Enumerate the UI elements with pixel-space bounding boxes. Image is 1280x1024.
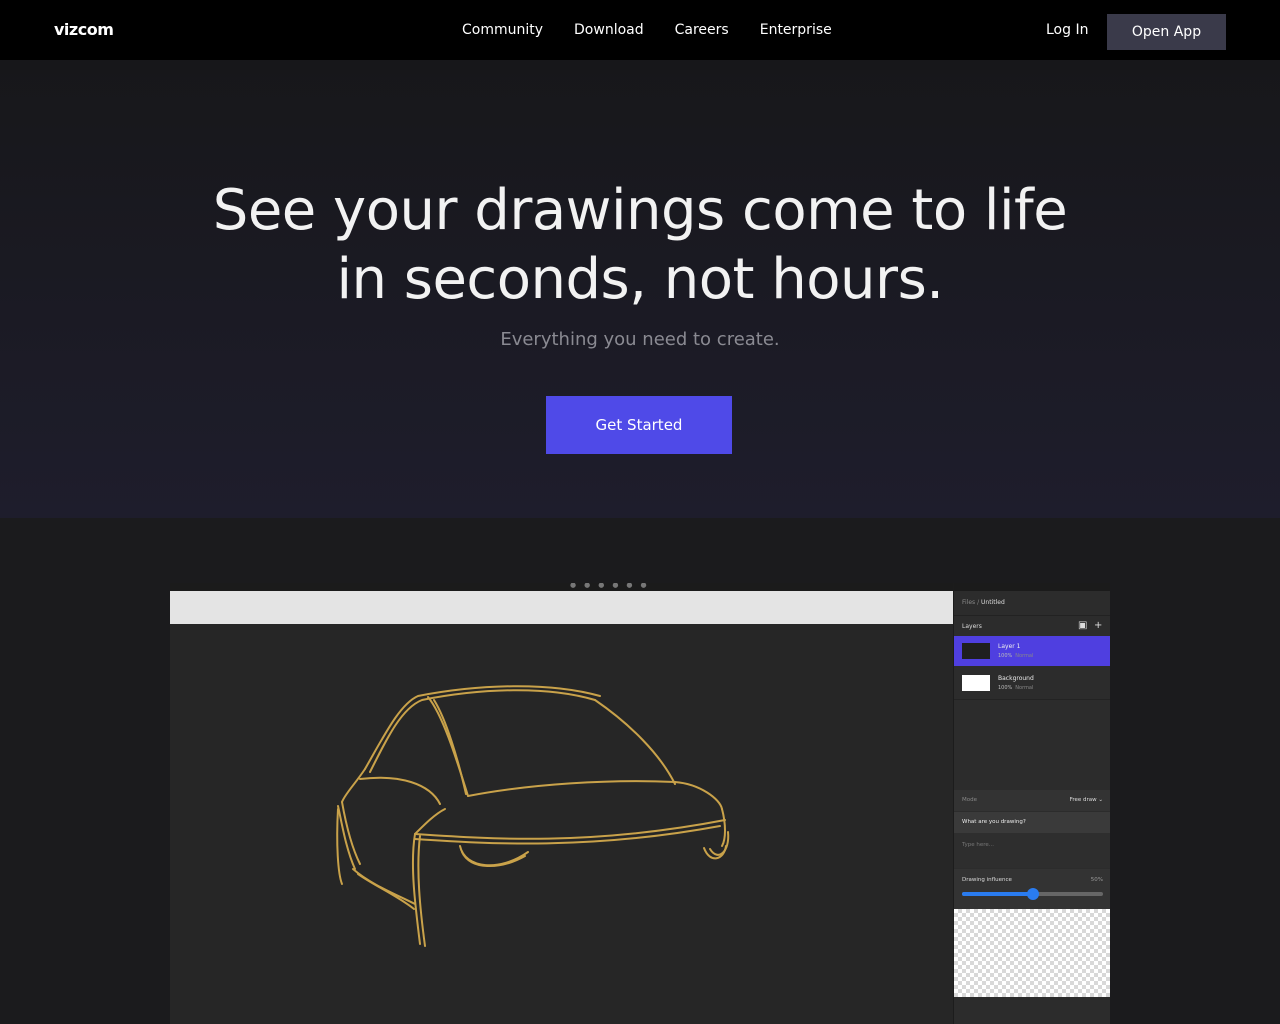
sidebar-top-strip	[954, 583, 1110, 591]
nav-link-download[interactable]: Download	[574, 20, 644, 40]
open-app-button[interactable]: Open App	[1107, 14, 1226, 50]
layer-meta: 100% Normal	[998, 685, 1033, 691]
layer-name: Layer 1	[998, 643, 1021, 650]
drawing-canvas[interactable]	[170, 624, 953, 1024]
prompt-placeholder: Type here...	[962, 842, 995, 848]
layer-opacity: 100%	[998, 685, 1013, 691]
login-link[interactable]: Log In	[1046, 20, 1088, 40]
layer-opacity: 100%	[998, 653, 1013, 659]
output-preview	[954, 909, 1110, 997]
influence-slider[interactable]	[962, 888, 1103, 900]
preview-header-bar	[170, 591, 953, 624]
layer-item-1[interactable]: Layer 1 100% Normal	[954, 636, 1110, 666]
prompt-label-row: What are you drawing?	[954, 812, 1110, 833]
mode-label: Mode	[962, 797, 977, 803]
app-preview: ●●●●●● Files / Untitled Layers ▣ + Layer…	[170, 583, 1110, 1024]
nav-links: Community Download Careers Enterprise	[462, 20, 863, 40]
layers-header: Layers ▣ +	[954, 615, 1110, 636]
hero-subtitle: Everything you need to create.	[500, 329, 780, 350]
slider-knob[interactable]	[1026, 888, 1039, 900]
layer-blend: Normal	[1015, 685, 1034, 691]
prompt-label: What are you drawing?	[962, 819, 1026, 825]
breadcrumb: Files / Untitled	[962, 599, 1005, 606]
add-image-icon[interactable]: ▣	[1078, 620, 1087, 632]
breadcrumb-file: Untitled	[981, 599, 1005, 606]
layers-label: Layers	[962, 623, 982, 630]
nav-link-careers[interactable]: Careers	[675, 20, 729, 40]
layer-meta: 100% Normal	[998, 653, 1033, 659]
layer-name: Background	[998, 675, 1034, 682]
breadcrumb-root[interactable]: Files /	[962, 599, 979, 606]
nav-link-enterprise[interactable]: Enterprise	[760, 20, 832, 40]
slider-fill	[962, 892, 1033, 896]
top-nav: vizcom Community Download Careers Enterp…	[0, 0, 1280, 60]
hero-title: See your drawings come to life in second…	[0, 176, 1280, 314]
sidebar-bottom	[954, 997, 1110, 1024]
layer-item-background[interactable]: Background 100% Normal	[954, 668, 1110, 698]
influence-value: 50%	[1090, 877, 1103, 883]
mode-select[interactable]: Free draw ⌄	[1070, 797, 1103, 803]
car-sketch	[336, 685, 730, 947]
preview-toolbar: ●●●●●●	[170, 583, 953, 591]
nav-link-community[interactable]: Community	[462, 20, 543, 40]
layer-thumbnail	[962, 643, 990, 659]
add-layer-icon[interactable]: +	[1094, 620, 1102, 632]
influence-label: Drawing influence	[962, 877, 1012, 883]
chevron-down-icon: ⌄	[1098, 797, 1103, 803]
mode-row[interactable]: Mode Free draw ⌄	[954, 790, 1110, 811]
prompt-input[interactable]: Type here...	[954, 833, 1110, 868]
toolbar-icons: ●●●●●●	[570, 583, 655, 589]
hero-section: See your drawings come to life in second…	[0, 60, 1280, 518]
layer-thumbnail	[962, 675, 990, 691]
preview-sidebar: Files / Untitled Layers ▣ + Layer 1 100%…	[953, 583, 1110, 1024]
vizcom-logo[interactable]: vizcom	[54, 20, 114, 39]
hero-title-line-1: See your drawings come to life	[212, 178, 1068, 243]
hero-title-line-2: in seconds, not hours.	[336, 247, 944, 312]
layers-empty-area	[954, 699, 1110, 787]
mode-value: Free draw	[1069, 797, 1097, 803]
drawing-influence-row: Drawing influence 50%	[954, 869, 1110, 909]
get-started-button[interactable]: Get Started	[546, 396, 732, 454]
layer-blend: Normal	[1015, 653, 1034, 659]
